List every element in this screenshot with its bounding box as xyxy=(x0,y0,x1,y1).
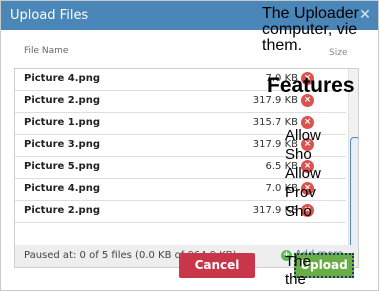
file-name: Picture 5.png xyxy=(24,161,100,172)
file-row: Picture 2.png 317.9 KB × xyxy=(15,201,346,223)
add-icon[interactable]: + xyxy=(281,250,292,261)
file-name: Picture 4.png xyxy=(24,183,100,194)
file-row: Picture 1.png 315.7 KB × xyxy=(15,113,346,135)
file-size: 6.5 KB xyxy=(265,161,299,172)
column-header-file-name: File Name xyxy=(24,46,69,56)
file-size: 7.0 KB xyxy=(265,183,299,194)
remove-icon[interactable]: × xyxy=(301,94,314,107)
remove-icon[interactable]: × xyxy=(301,116,314,129)
file-size: 317.9 KB xyxy=(252,139,298,150)
file-size: 315.7 KB xyxy=(252,117,298,128)
cancel-button[interactable]: Cancel xyxy=(179,253,255,278)
remove-icon[interactable]: × xyxy=(301,160,314,173)
file-size: 7.0 KB xyxy=(265,73,299,84)
upload-button[interactable]: Upload xyxy=(294,253,354,278)
file-row: Picture 3.png 317.9 KB × xyxy=(15,135,346,157)
file-size: 317.9 KB xyxy=(252,205,298,216)
file-name: Picture 1.png xyxy=(24,117,100,128)
file-name: Picture 2.png xyxy=(24,205,100,216)
file-name: Picture 2.png xyxy=(24,95,100,106)
file-list: Picture 4.png 7.0 KB × Picture 2.png 317… xyxy=(14,68,359,247)
remove-icon[interactable]: × xyxy=(301,204,314,217)
file-row: Picture 2.png 317.9 KB × xyxy=(15,91,346,113)
file-size: 317.9 KB xyxy=(252,95,298,106)
file-name: Picture 3.png xyxy=(24,139,100,150)
upload-dialog: Upload Files ✕ File Name Size Picture 4.… xyxy=(0,0,379,291)
dialog-title: Upload Files xyxy=(10,8,89,23)
file-row: Picture 4.png 7.0 KB × xyxy=(15,69,346,91)
file-name: Picture 4.png xyxy=(24,73,100,84)
column-header-size: Size xyxy=(329,48,348,58)
dialog-titlebar[interactable]: Upload Files ✕ xyxy=(1,1,378,30)
remove-icon[interactable]: × xyxy=(301,138,314,151)
file-row: Picture 4.png 7.0 KB × xyxy=(15,179,346,201)
scrollbar-thumb[interactable] xyxy=(350,137,358,246)
remove-icon[interactable]: × xyxy=(301,72,314,85)
remove-icon[interactable]: × xyxy=(301,182,314,195)
file-list-scrollbar[interactable] xyxy=(348,69,358,246)
file-row: Picture 5.png 6.5 KB × xyxy=(15,157,346,179)
close-icon[interactable]: ✕ xyxy=(357,7,373,23)
